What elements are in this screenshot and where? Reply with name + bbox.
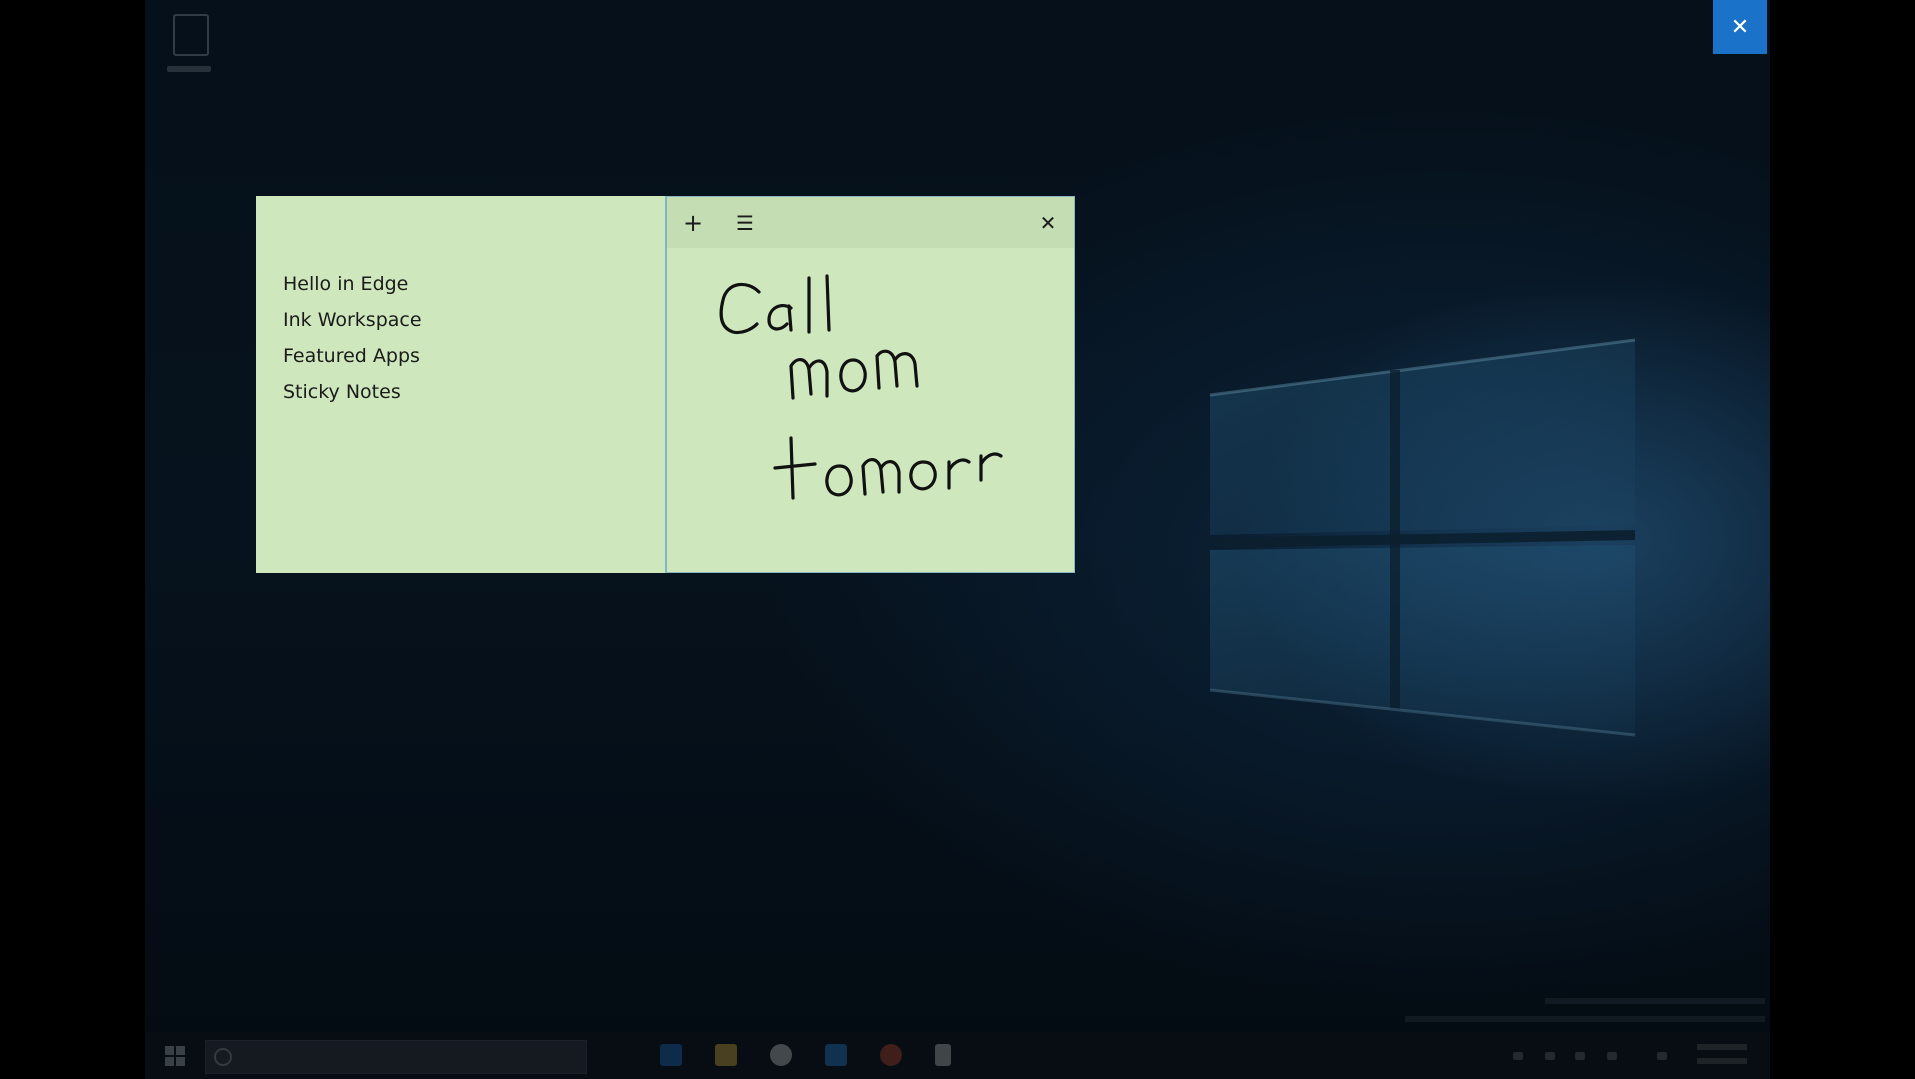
search-box[interactable] — [205, 1040, 587, 1074]
ink-letter-m — [861, 458, 901, 496]
watermark-line — [1545, 998, 1765, 1004]
start-icon[interactable] — [165, 1046, 185, 1066]
ink-letter-l — [825, 274, 831, 332]
list-item[interactable]: Ink Workspace — [256, 302, 665, 338]
tray-icon[interactable] — [1575, 1052, 1585, 1060]
ink-letter-t — [773, 436, 817, 500]
ink-letter-r — [947, 458, 971, 490]
sticky-notes-taskbar-icon[interactable] — [935, 1044, 951, 1066]
add-note-button[interactable]: + — [675, 205, 711, 241]
list-item[interactable]: Sticky Notes — [256, 374, 665, 410]
recycle-bin-body — [173, 14, 209, 56]
ink-letter-o — [909, 460, 937, 491]
edge-icon[interactable] — [660, 1044, 682, 1066]
recycle-bin-icon[interactable] — [167, 10, 211, 74]
store-icon[interactable] — [770, 1044, 792, 1066]
list-item[interactable]: Featured Apps — [256, 338, 665, 374]
ink-letter-C — [719, 282, 761, 335]
close-note-button[interactable]: ✕ — [1030, 205, 1066, 241]
tray-icon[interactable] — [1607, 1052, 1617, 1060]
clock[interactable] — [1697, 1058, 1747, 1064]
hamburger-menu-icon: ☰ — [736, 211, 754, 235]
file-explorer-icon[interactable] — [715, 1044, 737, 1066]
list-item[interactable]: Hello in Edge — [256, 266, 665, 302]
cortana-icon — [214, 1048, 232, 1066]
close-icon: ✕ — [1730, 14, 1750, 40]
ink-letter-r — [979, 452, 1003, 482]
powerpoint-icon[interactable] — [880, 1044, 902, 1066]
ink-letter-a — [767, 304, 793, 332]
tray-icon[interactable] — [1657, 1052, 1667, 1060]
ink-letter-o — [825, 464, 853, 497]
handwritten-ink[interactable] — [667, 248, 1074, 572]
ink-letter-o — [839, 358, 867, 393]
tray-icon[interactable] — [1513, 1052, 1523, 1060]
close-button[interactable]: ✕ — [1713, 0, 1767, 54]
note-toolbar: + ☰ ✕ — [667, 197, 1074, 248]
recycle-bin-label — [167, 66, 211, 72]
mail-icon[interactable] — [825, 1044, 847, 1066]
taskbar — [145, 1032, 1770, 1079]
screen: ✕ Hello in Edge Ink Workspace Featured A… — [0, 0, 1915, 1079]
sticky-note[interactable]: + ☰ ✕ — [665, 196, 1075, 573]
tray-icon[interactable] — [1545, 1052, 1555, 1060]
menu-button[interactable]: ☰ — [727, 205, 763, 241]
watermark-line — [1405, 1016, 1765, 1022]
notes-list-panel: Hello in Edge Ink Workspace Featured App… — [256, 196, 665, 573]
ink-word-mom — [875, 349, 919, 390]
ink-word-mom — [789, 358, 829, 400]
clock[interactable] — [1697, 1044, 1747, 1050]
plus-icon: + — [682, 209, 704, 237]
close-icon: ✕ — [1039, 211, 1057, 235]
